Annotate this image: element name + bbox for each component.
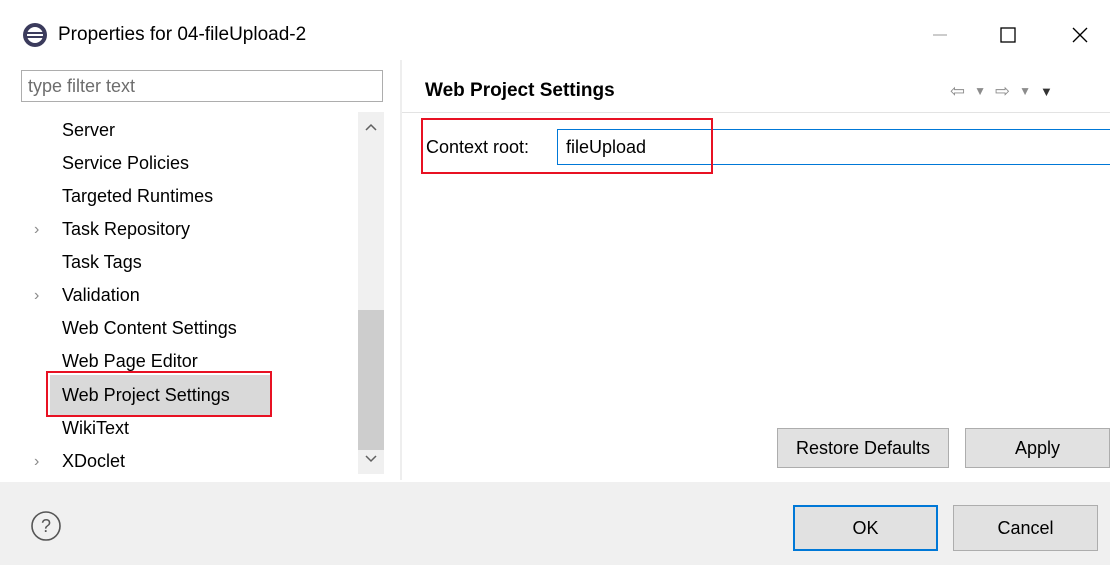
chevron-right-icon[interactable]: ›	[34, 279, 48, 312]
tree-item-targeted-runtimes[interactable]: Targeted Runtimes	[62, 180, 213, 213]
chevron-down-icon	[365, 455, 377, 463]
scroll-up-button[interactable]	[358, 112, 384, 142]
page-navigation: ⇦ ▼ ⇨ ▼ ▼	[950, 76, 1100, 106]
forward-dropdown-icon[interactable]: ▼	[1019, 84, 1031, 98]
maximize-icon	[1000, 27, 1016, 43]
ok-button[interactable]: OK	[793, 505, 938, 551]
page-title: Web Project Settings	[425, 80, 615, 101]
scrollbar-thumb[interactable]	[358, 310, 384, 450]
eclipse-icon	[22, 22, 48, 48]
tree-item-validation[interactable]: Validation	[62, 279, 140, 312]
chevron-right-icon[interactable]: ›	[34, 213, 48, 246]
apply-button[interactable]: Apply	[965, 428, 1110, 468]
tree-item-xdoclet[interactable]: XDoclet	[62, 445, 125, 478]
chevron-right-icon[interactable]: ›	[34, 445, 48, 478]
minimize-button[interactable]	[918, 18, 962, 52]
tree-item-service-policies[interactable]: Service Policies	[62, 147, 189, 180]
context-root-highlight-box	[421, 118, 713, 174]
tree-item-server[interactable]: Server	[62, 114, 115, 147]
left-panel	[0, 60, 400, 480]
back-arrow-icon[interactable]: ⇦	[950, 81, 965, 102]
tree-item-web-content-settings[interactable]: Web Content Settings	[62, 312, 237, 345]
close-icon	[1072, 27, 1088, 43]
tree-item-task-tags[interactable]: Task Tags	[62, 246, 142, 279]
title-separator	[402, 112, 1110, 113]
svg-text:?: ?	[41, 516, 51, 536]
restore-defaults-button[interactable]: Restore Defaults	[777, 428, 949, 468]
scroll-down-button[interactable]	[358, 444, 384, 474]
window-title: Properties for 04-fileUpload-2	[58, 24, 307, 45]
filter-input[interactable]	[21, 70, 383, 102]
forward-arrow-icon[interactable]: ⇨	[995, 81, 1010, 102]
dialog-button-bar	[0, 482, 1110, 565]
maximize-button[interactable]	[986, 18, 1030, 52]
view-menu-icon[interactable]: ▼	[1040, 84, 1053, 99]
selection-highlight-box	[46, 371, 272, 417]
chevron-up-icon	[365, 123, 377, 131]
cancel-button[interactable]: Cancel	[953, 505, 1098, 551]
help-icon[interactable]: ?	[30, 510, 62, 542]
back-dropdown-icon[interactable]: ▼	[974, 84, 986, 98]
panel-divider[interactable]	[400, 60, 402, 480]
tree-item-task-repository[interactable]: Task Repository	[62, 213, 190, 246]
minimize-icon	[933, 34, 947, 36]
close-button[interactable]	[1058, 18, 1102, 52]
